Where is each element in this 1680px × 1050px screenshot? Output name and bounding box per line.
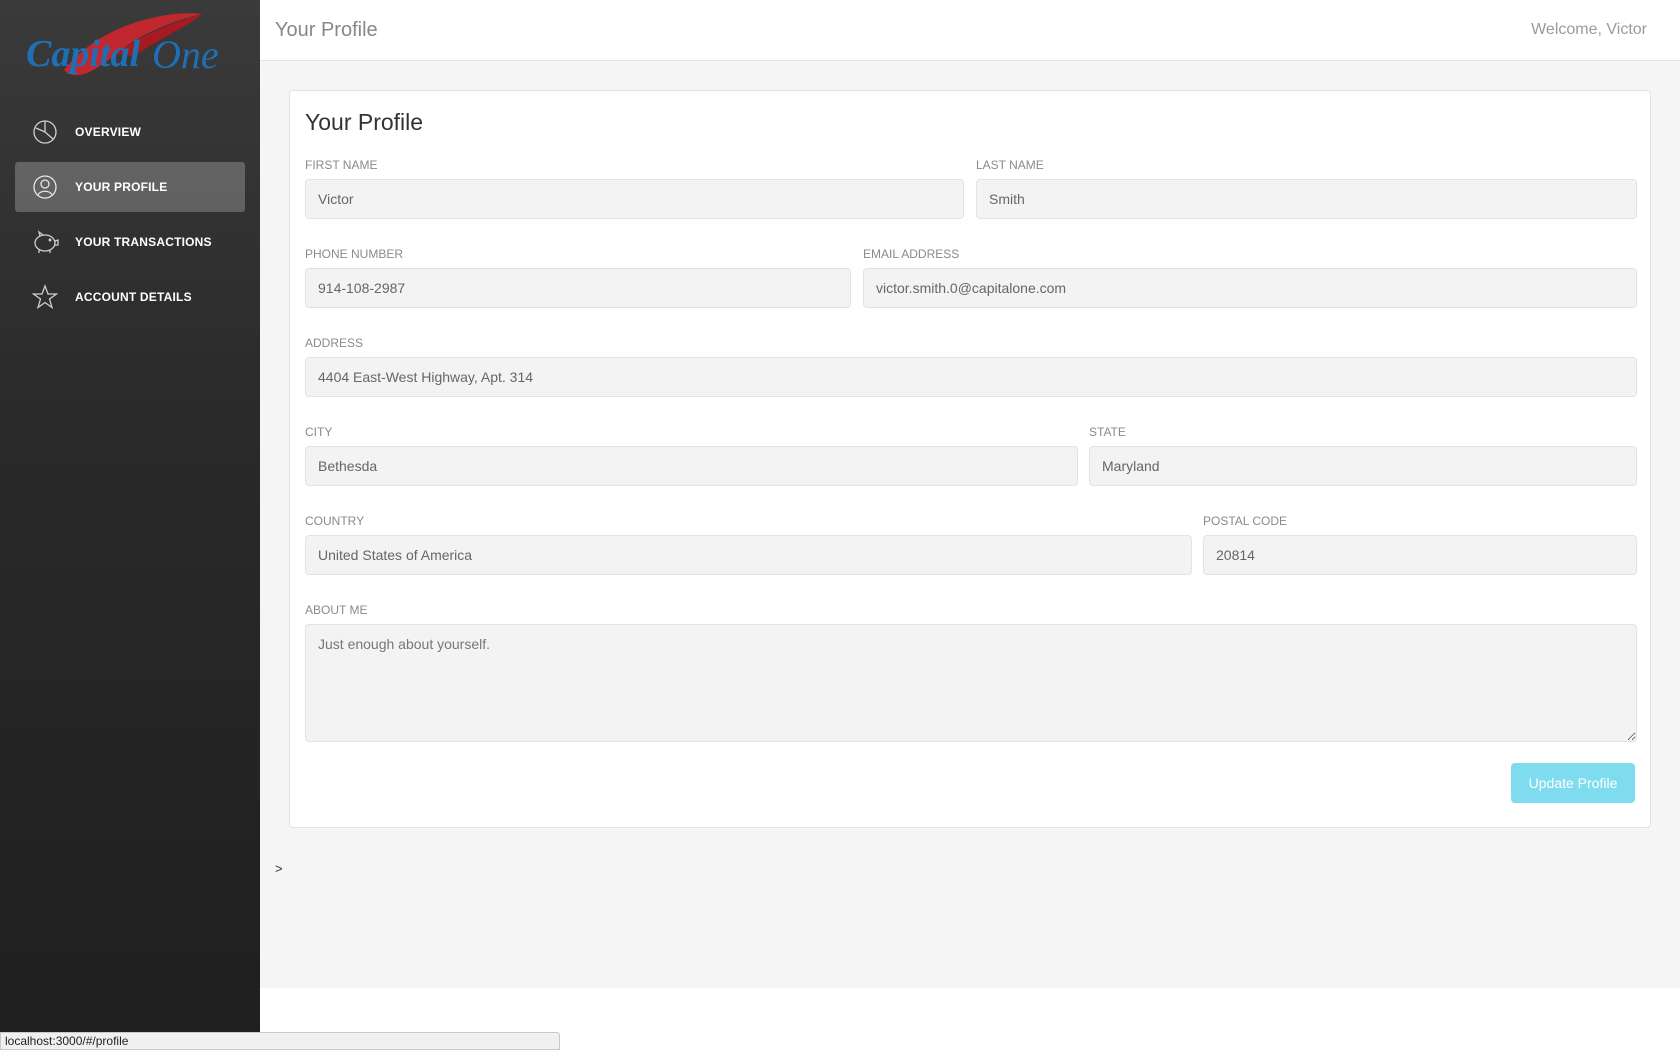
last-name-label: LAST NAME — [976, 158, 1044, 172]
country-input[interactable] — [305, 535, 1192, 575]
top-bar: Your Profile Welcome, Victor — [260, 0, 1680, 61]
address-label: ADDRESS — [305, 336, 364, 350]
sidebar-item-your-profile[interactable]: YOUR PROFILE — [15, 162, 245, 212]
welcome-message: Welcome, Victor — [1531, 21, 1647, 38]
profile-card-title: Your Profile — [305, 109, 424, 135]
sidebar-item-label: ACCOUNT DETAILS — [75, 290, 192, 304]
sidebar-item-your-transactions[interactable]: YOUR TRANSACTIONS — [15, 217, 245, 267]
last-name-input[interactable] — [976, 179, 1637, 219]
sidebar: Capital One OVERVIEW YOUR PROFILE YOUR T… — [0, 0, 260, 1050]
sidebar-item-overview[interactable]: OVERVIEW — [15, 107, 245, 157]
city-input[interactable] — [305, 446, 1078, 486]
state-input[interactable] — [1089, 446, 1637, 486]
state-label: STATE — [1089, 425, 1126, 439]
sidebar-item-label: OVERVIEW — [75, 125, 142, 139]
star-icon — [31, 283, 59, 311]
svg-text:One: One — [152, 32, 219, 77]
sidebar-item-label: YOUR TRANSACTIONS — [75, 235, 212, 249]
page-title: Your Profile — [275, 19, 378, 41]
piggy-bank-icon — [31, 228, 59, 256]
country-label: COUNTRY — [305, 514, 365, 528]
update-profile-button[interactable]: Update Profile — [1511, 763, 1635, 803]
main-content: Your Profile FIRST NAME LAST NAME PHONE … — [260, 61, 1680, 988]
profile-card: Your Profile FIRST NAME LAST NAME PHONE … — [289, 90, 1651, 828]
phone-number-input[interactable] — [305, 268, 851, 308]
first-name-input[interactable] — [305, 179, 964, 219]
browser-status-url: localhost:3000/#/profile — [0, 1032, 560, 1050]
city-label: CITY — [305, 425, 333, 439]
address-input[interactable] — [305, 357, 1637, 397]
stray-text: > — [275, 861, 283, 876]
about-me-label: ABOUT ME — [305, 603, 368, 617]
svg-text:Capital: Capital — [26, 33, 140, 75]
capital-one-logo[interactable]: Capital One — [24, 10, 228, 84]
email-address-label: EMAIL ADDRESS — [863, 247, 960, 261]
postal-code-label: POSTAL CODE — [1203, 514, 1288, 528]
user-icon — [31, 173, 59, 201]
about-me-textarea[interactable] — [305, 624, 1637, 742]
postal-code-input[interactable] — [1203, 535, 1637, 575]
pie-chart-icon — [31, 118, 59, 146]
email-address-input[interactable] — [863, 268, 1637, 308]
first-name-label: FIRST NAME — [305, 158, 378, 172]
sidebar-item-label: YOUR PROFILE — [75, 180, 168, 194]
sidebar-nav: OVERVIEW YOUR PROFILE YOUR TRANSACTIONS … — [15, 107, 245, 327]
sidebar-item-account-details[interactable]: ACCOUNT DETAILS — [15, 272, 245, 322]
phone-number-label: PHONE NUMBER — [305, 247, 404, 261]
